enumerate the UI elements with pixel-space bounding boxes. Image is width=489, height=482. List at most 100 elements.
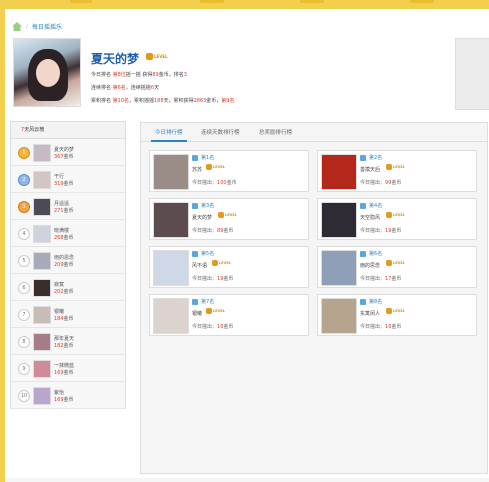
week-ranking-row[interactable]: 10 紫怡 169金币 (11, 382, 125, 409)
user-name[interactable]: 紫怡 (54, 389, 64, 396)
vip-icon (146, 53, 153, 60)
user-icon (360, 298, 366, 305)
week-ranking-row[interactable]: 3 月遥遥 271金币 (11, 193, 125, 220)
user-name[interactable]: 晓满楼 (54, 227, 69, 234)
user-avatar[interactable] (321, 250, 357, 286)
user-name[interactable]: 夏天的梦 (192, 214, 212, 221)
vip-badge: LEVEL (386, 308, 405, 314)
rank-label: 第6名 (360, 250, 382, 257)
week-ranking-row[interactable]: 6 寂寞 202金币 (11, 274, 125, 301)
breadcrumb-current[interactable]: 每日摇摇乐 (32, 22, 62, 31)
rank-medal-icon: 7 (18, 309, 30, 321)
rank-medal-icon: 5 (18, 255, 30, 267)
user-avatar[interactable] (33, 387, 51, 405)
total-rank-line: 累积排名 第10名，累积摇摇188天，累积获得2863金币，第9名 (91, 98, 235, 104)
user-name[interactable]: 夏天的梦 (54, 146, 74, 153)
user-name[interactable]: 一抹微蓝 (54, 362, 74, 369)
user-gold: 169金币 (54, 370, 74, 376)
week-ranking-row[interactable]: 1 夏天的梦 367金币 (11, 139, 125, 166)
ranking-card[interactable]: 第 5 名风不语 LEVEL 今日摇出：19金币 (149, 246, 309, 288)
user-name[interactable]: 善摸天后 (360, 166, 380, 173)
today-gold: 今日摇出：16金币 (360, 324, 402, 330)
ranking-main-panel: 今日排行榜 连续天数排行榜 总奖励排行榜 第 1 名苏苏 LEVEL 今日摇出：100金… (140, 122, 488, 474)
user-avatar[interactable] (33, 171, 51, 189)
vip-badge: LEVEL (386, 212, 405, 218)
user-name[interactable]: 干行 (54, 173, 64, 180)
ranking-card[interactable]: 第 1 名苏苏 LEVEL 今日摇出：100金币 (149, 150, 309, 192)
ranking-card[interactable]: 第 2 名善摸天后 LEVEL 今日摇出：99金币 (317, 150, 477, 192)
week-ranking-list: 1 夏天的梦 367金币 2 干行 319金币 3 月遥遥 271金币 4 晓满楼 268金币 5 雨的恩… (11, 139, 125, 409)
user-icon (192, 202, 198, 209)
rank-medal-icon: 10 (18, 390, 30, 402)
user-gold: 319金币 (54, 181, 74, 187)
vip-icon (386, 164, 392, 170)
vip-badge: LEVEL (206, 164, 225, 170)
week-ranking-row[interactable]: 7 银曦 184金币 (11, 301, 125, 328)
vip-badge: LEVEL (386, 164, 405, 170)
tab-today-ranking[interactable]: 今日排行榜 (151, 123, 186, 142)
user-avatar[interactable] (33, 360, 51, 378)
user-avatar[interactable] (153, 250, 189, 286)
top-bar-tab (300, 0, 324, 3)
ranking-card[interactable]: 第 6 名雨的思念 LEVEL 今日摇出：17金币 (317, 246, 477, 288)
user-avatar[interactable] (33, 144, 51, 162)
user-avatar[interactable] (321, 298, 357, 334)
user-avatar[interactable] (153, 154, 189, 190)
user-gold: 268金币 (54, 235, 74, 241)
week-ranking-row[interactable]: 4 晓满楼 268金币 (11, 220, 125, 247)
user-avatar[interactable] (33, 252, 51, 270)
user-name[interactable]: 月遥遥 (54, 200, 69, 207)
today-gold: 今日摇出：89金币 (192, 228, 234, 234)
side-ad-box (455, 38, 489, 110)
week-ranking-row[interactable]: 2 干行 319金币 (11, 166, 125, 193)
user-avatar[interactable] (321, 154, 357, 190)
streak-rank-line: 连续排名 第6名，连续摇摇6天 (91, 85, 159, 91)
tab-streak-ranking[interactable]: 连续天数排行榜 (201, 123, 240, 141)
today-gold: 今日摇出：17金币 (360, 276, 402, 282)
breadcrumb-separator: / (26, 22, 29, 30)
week-ranking-row[interactable]: 8 那年夏天 182金币 (11, 328, 125, 355)
user-name[interactable]: 银曦 (54, 308, 64, 315)
today-gold: 今日摇出：16金币 (192, 324, 234, 330)
rank-label: 第3名 (192, 202, 214, 209)
today-gold: 今日摇出：19金币 (192, 276, 234, 282)
user-name[interactable]: 那年夏天 (54, 335, 74, 342)
page-bottom-edge (5, 478, 489, 482)
today-rank-line: 今日排名 第8位摇一摇 获得89金币，排名3 (91, 72, 187, 78)
top-bar (0, 0, 489, 9)
home-icon[interactable] (12, 21, 22, 31)
user-avatar[interactable] (321, 202, 357, 238)
ranking-card[interactable]: 第 8 名东篱闲人 LEVEL 今日摇出：16金币 (317, 294, 477, 336)
tab-total-ranking[interactable]: 总奖励排行榜 (259, 123, 292, 141)
ranking-card[interactable]: 第 4 名天空隐风 LEVEL 今日摇出：19金币 (317, 198, 477, 240)
vip-icon (218, 212, 224, 218)
user-icon (360, 250, 366, 257)
week-ranking-row[interactable]: 9 一抹微蓝 169金币 (11, 355, 125, 382)
rank-medal-icon: 2 (18, 174, 30, 186)
user-name[interactable]: 雨的思念 (360, 262, 380, 269)
today-gold: 今日摇出：99金币 (360, 180, 402, 186)
rank-medal-icon: 3 (18, 201, 30, 213)
user-avatar[interactable] (33, 306, 51, 324)
week-ranking-panel: 7天风云榜 1 夏天的梦 367金币 2 干行 319金币 3 月遥遥 271金币 4 晓满楼 268… (10, 121, 126, 409)
user-name[interactable]: 东篱闲人 (360, 310, 380, 317)
user-avatar[interactable] (33, 198, 51, 216)
user-name[interactable]: 雨的恩念 (54, 254, 74, 261)
left-edge (0, 0, 5, 482)
vip-badge: LEVEL (218, 212, 237, 218)
user-gold: 367金币 (54, 154, 74, 160)
user-avatar[interactable] (33, 279, 51, 297)
week-ranking-row[interactable]: 5 雨的恩念 209金币 (11, 247, 125, 274)
user-avatar[interactable] (33, 225, 51, 243)
user-gold: 182金币 (54, 343, 74, 349)
user-name[interactable]: 天空隐风 (360, 214, 380, 221)
ranking-card[interactable]: 第 7 名银曦 LEVEL 今日摇出：16金币 (149, 294, 309, 336)
ranking-card[interactable]: 第 3 名夏天的梦 LEVEL 今日摇出：89金币 (149, 198, 309, 240)
user-avatar[interactable] (33, 333, 51, 351)
user-name[interactable]: 银曦 (192, 310, 202, 317)
user-name[interactable]: 寂寞 (54, 281, 64, 288)
user-name[interactable]: 苏苏 (192, 166, 202, 173)
user-avatar[interactable] (153, 202, 189, 238)
user-avatar[interactable] (153, 298, 189, 334)
user-name[interactable]: 风不语 (192, 262, 207, 269)
